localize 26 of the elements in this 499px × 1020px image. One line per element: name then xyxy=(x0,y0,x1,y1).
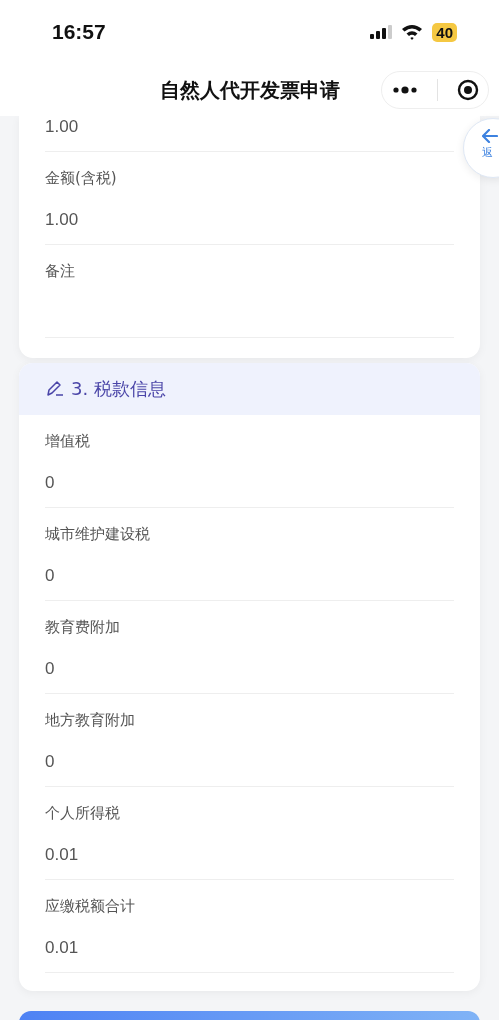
field-label: 城市维护建设税 xyxy=(45,524,151,544)
field-label: 教育费附加 xyxy=(45,617,121,637)
field-value: 0 xyxy=(45,472,56,494)
field-value: 0.01 xyxy=(45,844,80,866)
field-label: 个人所得税 xyxy=(45,803,121,823)
signal-icon xyxy=(370,25,393,39)
page-title: 自然人代开发票申请 xyxy=(159,76,340,104)
close-target-icon[interactable] xyxy=(456,79,479,101)
back-arrow-icon xyxy=(482,129,498,143)
field-label: 增值税 xyxy=(45,431,91,451)
battery-icon: 40 xyxy=(432,22,457,42)
field-label: 应缴税额合计 xyxy=(45,896,136,916)
more-icon[interactable] xyxy=(391,86,418,94)
field-value: 0 xyxy=(45,565,56,587)
field-value: 1.00 xyxy=(45,209,80,231)
field-value: 0 xyxy=(45,658,56,680)
section-title: 3. 税款信息 xyxy=(71,377,166,401)
field-label: 地方教育附加 xyxy=(45,710,136,730)
status-time: 16:57 xyxy=(52,20,106,44)
field-value: 0.01 xyxy=(45,937,80,959)
field-value: 0 xyxy=(45,751,56,773)
field-label: 备注 xyxy=(45,261,76,281)
pen-icon xyxy=(45,379,65,399)
wifi-icon xyxy=(401,24,424,40)
field-value: 1.00 xyxy=(45,116,80,138)
field-label: 金额(含税) xyxy=(45,168,118,188)
